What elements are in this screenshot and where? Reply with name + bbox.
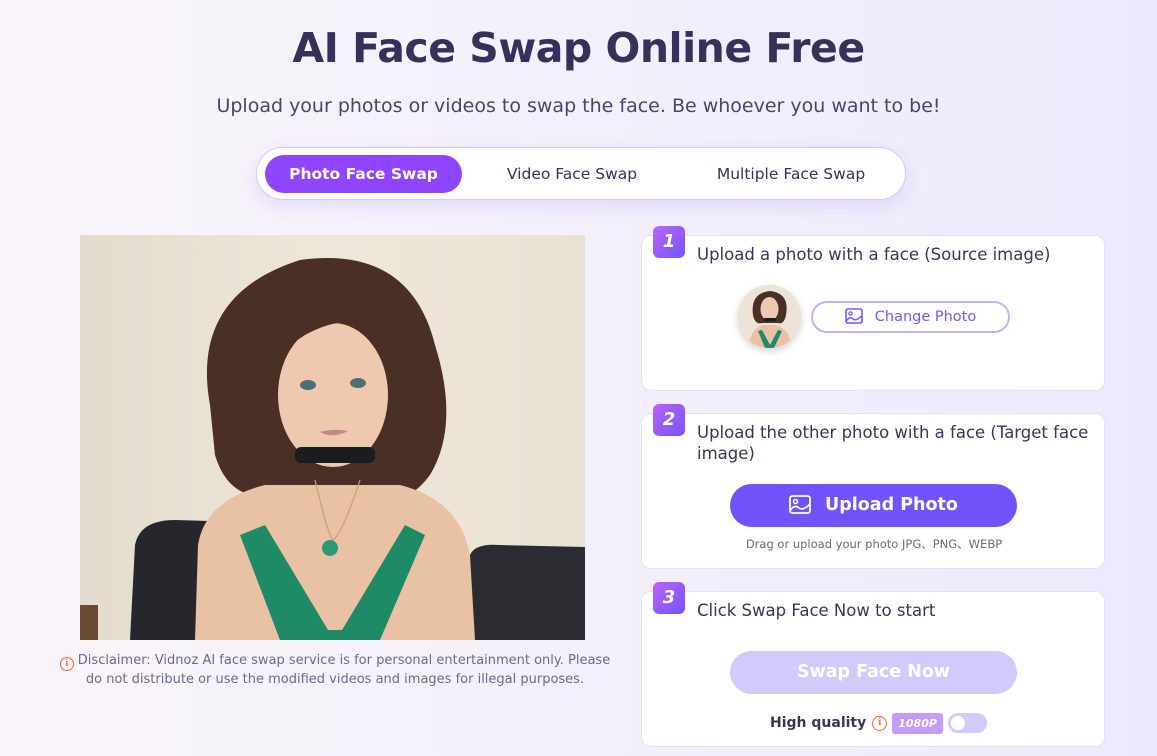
step-2-heading: Upload the other photo with a face (Targ… <box>697 423 1089 463</box>
preview-image <box>80 235 585 640</box>
change-photo-label: Change Photo <box>874 309 977 325</box>
page-title: AI Face Swap Online Free <box>292 24 865 72</box>
high-quality-label: High quality <box>770 715 867 731</box>
source-photo-thumbnail <box>738 285 801 348</box>
change-photo-button[interactable]: Change Photo <box>811 301 1010 333</box>
high-quality-row: High quality i 1080P <box>770 711 987 735</box>
step-3-heading: Click Swap Face Now to start <box>697 601 936 620</box>
disclaimer: i Disclaimer: Vidnoz AI face swap service… <box>55 652 615 689</box>
toggle-knob <box>950 716 965 730</box>
step-1-card: 1 Upload a photo with a face (Source ima… <box>641 226 1105 391</box>
upload-photo-button[interactable]: Upload Photo <box>730 484 1017 527</box>
upload-photo-label: Upload Photo <box>825 495 958 515</box>
tab-multiple-face-swap[interactable]: Multiple Face Swap <box>682 155 900 193</box>
step-2-card: 2 Upload the other photo with a face (Ta… <box>641 404 1105 569</box>
step-1-badge: 1 <box>653 226 685 258</box>
image-icon <box>844 308 863 324</box>
person-thumbnail-image <box>738 285 801 348</box>
step-3-badge: 3 <box>653 582 685 614</box>
tab-video-face-swap[interactable]: Video Face Swap <box>469 155 675 193</box>
resolution-badge: 1080P <box>892 712 943 734</box>
page-subtitle: Upload your photos or videos to swap the… <box>216 95 941 117</box>
swap-face-now-button[interactable]: Swap Face Now <box>730 651 1017 694</box>
info-icon: i <box>59 657 74 671</box>
disclaimer-text: Disclaimer: Vidnoz AI face swap service … <box>77 653 611 687</box>
step-1-heading: Upload a photo with a face (Source image… <box>697 245 1051 264</box>
info-icon[interactable]: i <box>872 715 888 731</box>
tab-photo-face-swap[interactable]: Photo Face Swap <box>265 155 462 193</box>
swap-mode-tabs: Photo Face Swap Video Face Swap Multiple… <box>256 147 906 200</box>
image-icon <box>789 495 811 514</box>
upload-hint: Drag or upload your photo JPG、PNG、WEBP <box>745 537 1003 551</box>
step-2-badge: 2 <box>653 404 685 436</box>
step-3-card: 3 Click Swap Face Now to start Swap Face… <box>641 582 1105 747</box>
person-photo-image <box>80 235 585 640</box>
high-quality-toggle[interactable] <box>947 713 987 733</box>
